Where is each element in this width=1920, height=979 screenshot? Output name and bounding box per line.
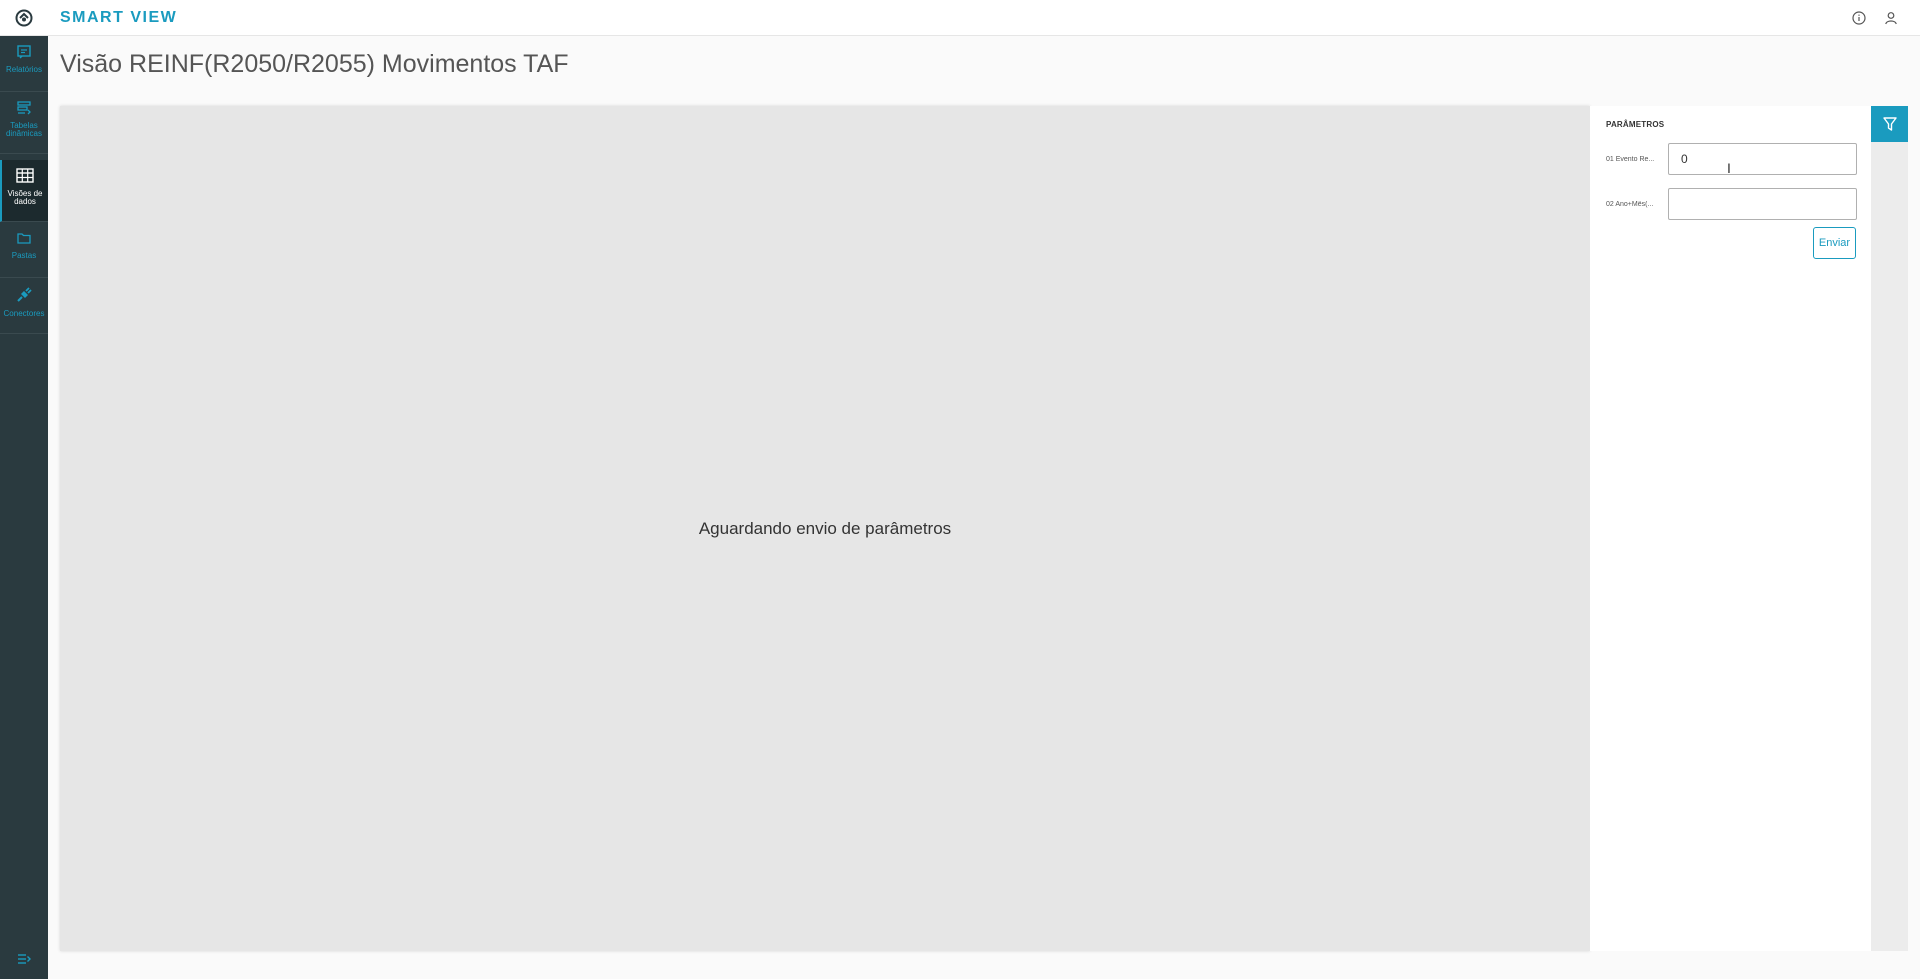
sidebar-item-label: Relatórios xyxy=(5,65,42,74)
page-title: Visão REINF(R2050/R2055) Movimentos TAF xyxy=(60,50,569,78)
param-ano-mes-input[interactable] xyxy=(1668,188,1857,220)
param-label: 02 Ano+Mês(... xyxy=(1606,200,1654,208)
sidebar-item-visoes-de-dados[interactable]: Visões de dados xyxy=(0,160,48,222)
param-row-ano-mes: 02 Ano+Mês(... xyxy=(1606,188,1866,220)
app-title: SMART VIEW xyxy=(60,8,178,26)
text-cursor-icon: I xyxy=(1727,160,1731,176)
info-icon[interactable] xyxy=(1850,9,1868,27)
grid-icon xyxy=(16,168,34,183)
sidebar-item-pastas[interactable]: Pastas xyxy=(0,222,48,278)
param-label: 01 Evento Re... xyxy=(1606,155,1655,163)
sidebar: Relatórios Tabelas dinâmicas Visões de d… xyxy=(0,36,48,979)
submit-button[interactable]: Enviar xyxy=(1813,227,1856,259)
report-icon xyxy=(17,45,31,59)
parameters-panel: PARÂMETROS 01 Evento Re... 02 Ano+Mês(..… xyxy=(1590,106,1871,951)
data-view-area: Aguardando envio de parâmetros xyxy=(60,106,1590,951)
filter-strip xyxy=(1871,106,1908,951)
pivot-table-icon xyxy=(17,101,31,115)
app-logo-icon[interactable] xyxy=(0,0,48,36)
collapse-menu-icon[interactable] xyxy=(0,949,48,969)
sidebar-item-conectores[interactable]: Conectores xyxy=(0,278,48,334)
sidebar-item-label: Visões de dados xyxy=(7,189,43,206)
sidebar-item-label: Conectores xyxy=(3,309,45,318)
sidebar-item-relatorios[interactable]: Relatórios xyxy=(0,36,48,92)
waiting-message: Aguardando envio de parâmetros xyxy=(698,518,952,538)
sidebar-item-label: Pastas xyxy=(11,251,37,260)
top-bar: SMART VIEW xyxy=(0,0,1920,36)
plug-icon xyxy=(17,287,32,302)
user-icon[interactable] xyxy=(1882,9,1900,27)
param-evento-input[interactable] xyxy=(1668,143,1857,175)
parameters-title: PARÂMETROS xyxy=(1606,120,1665,129)
folder-icon xyxy=(17,233,31,244)
sidebar-item-tabelas-dinamicas[interactable]: Tabelas dinâmicas xyxy=(0,92,48,154)
param-row-evento: 01 Evento Re... xyxy=(1606,143,1866,175)
filter-icon[interactable] xyxy=(1871,106,1908,142)
sidebar-item-label: Tabelas dinâmicas xyxy=(5,121,42,138)
